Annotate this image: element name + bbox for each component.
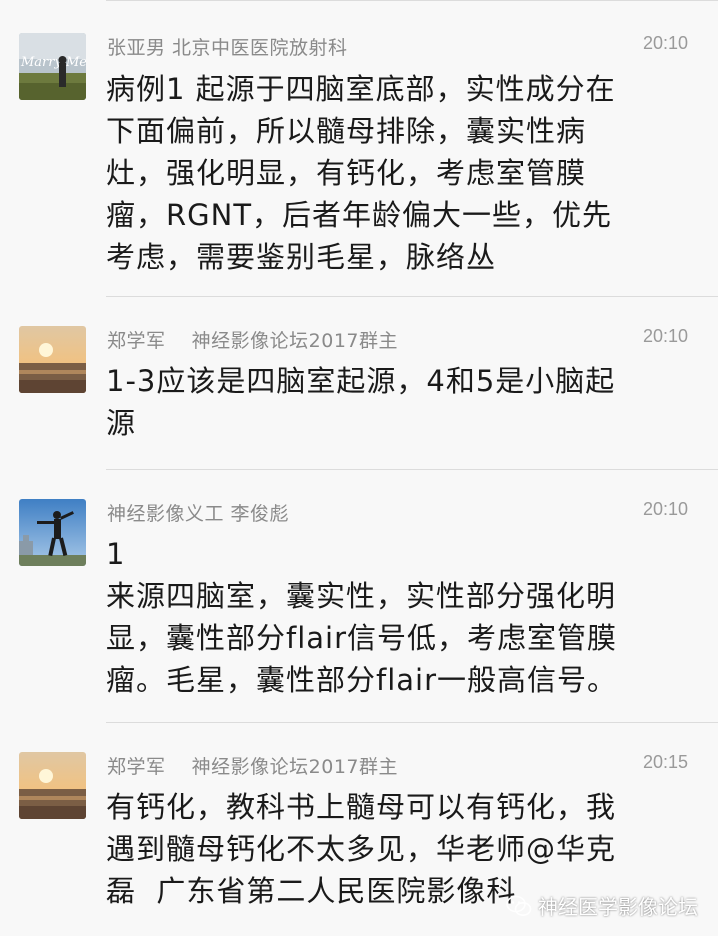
avatar[interactable] [19, 499, 86, 566]
message-line: 1 [106, 537, 126, 571]
message-divider [106, 296, 718, 297]
message-line: 源 [106, 406, 137, 440]
message-text: 1 来源四脑室，囊实性，实性部分强化明 显，囊性部分flair信号低，考虑室管膜… [106, 533, 681, 701]
wechat-official-account-icon [506, 895, 532, 916]
message-time: 20:10 [642, 33, 688, 53]
message-line: 瘤。毛星，囊性部分flair一般高信号。 [106, 663, 618, 697]
sunset-beach-avatar-icon [19, 326, 86, 393]
marry-me-photo-avatar-icon: Marry Me [19, 33, 86, 100]
message-text: 病例1 起源于四脑室底部，实性成分在 下面偏前，所以髓母排除，囊实性病 灶，强化… [106, 68, 681, 278]
message-time: 20:10 [642, 499, 688, 519]
sunset-beach-avatar-icon [19, 752, 86, 819]
avatar[interactable] [19, 326, 86, 393]
message-text: 1-3应该是四脑室起源，4和5是小脑起 源 [106, 360, 681, 444]
message-line: 遇到髓母钙化不太多见，华老师@华克 [106, 832, 617, 866]
message-line: 考虑，需要鉴别毛星，脉络丛 [106, 240, 497, 274]
chat-message[interactable]: 郑学军 神经影像论坛2017群主 20:10 1-3应该是四脑室起源，4和5是小… [0, 296, 718, 469]
message-line: 显，囊性部分flair信号低，考虑室管膜 [106, 621, 618, 655]
chat-history: Marry Me 张亚男 北京中医医院放射科 20:10 病例1 起源于四脑室底… [0, 0, 718, 936]
chat-message[interactable]: Marry Me 张亚男 北京中医医院放射科 20:10 病例1 起源于四脑室底… [0, 0, 718, 296]
message-line: 下面偏前，所以髓母排除，囊实性病 [106, 114, 587, 148]
message-time: 20:15 [642, 752, 688, 772]
svg-text:Marry Me: Marry Me [20, 55, 86, 70]
avatar[interactable] [19, 752, 86, 819]
message-divider [106, 0, 718, 1]
message-line: 有钙化，教科书上髓母可以有钙化，我 [106, 790, 617, 824]
avatar[interactable]: Marry Me [19, 33, 86, 100]
sender-name: 郑学军 神经影像论坛2017群主 [107, 330, 399, 352]
message-line: 瘤，RGNT，后者年龄偏大一些，优先 [106, 198, 613, 232]
message-line: 病例1 起源于四脑室底部，实性成分在 [106, 72, 616, 106]
message-time: 20:10 [642, 326, 688, 346]
message-divider [106, 469, 718, 470]
sender-name: 神经影像义工 李俊彪 [107, 503, 290, 525]
sender-name: 张亚男 北京中医医院放射科 [107, 37, 348, 59]
watermark: 神经医学影像论坛 [506, 891, 698, 920]
message-line: 来源四脑室，囊实性，实性部分强化明 [106, 579, 617, 613]
chat-message[interactable]: 神经影像义工 李俊彪 20:10 1 来源四脑室，囊实性，实性部分强化明 显，囊… [0, 469, 718, 722]
sender-name: 郑学军 神经影像论坛2017群主 [107, 756, 399, 778]
message-line: 灶，强化明显，有钙化，考虑室管膜 [106, 156, 587, 190]
watermark-text: 神经医学影像论坛 [538, 895, 698, 919]
message-divider [106, 722, 718, 723]
martial-arts-pose-avatar-icon [19, 499, 86, 566]
message-line: 1-3应该是四脑室起源，4和5是小脑起 [106, 364, 616, 398]
